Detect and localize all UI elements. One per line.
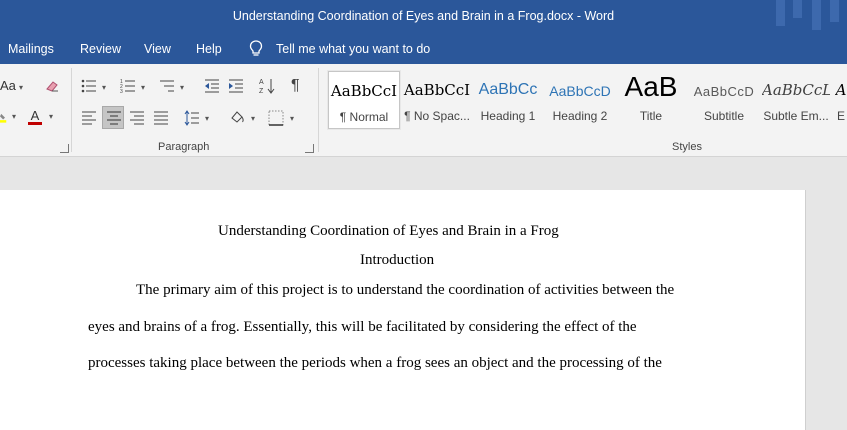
title-bar-decoration bbox=[776, 0, 785, 26]
chevron-down-icon[interactable]: ▾ bbox=[251, 114, 255, 123]
chevron-down-icon[interactable]: ▾ bbox=[49, 112, 53, 121]
tab-mailings[interactable]: Mailings bbox=[8, 42, 54, 56]
style-sample: AaBbCcL bbox=[762, 81, 830, 99]
chevron-down-icon[interactable]: ▾ bbox=[19, 83, 23, 92]
paragraph-line: eyes and brains of a frog. Essentially, … bbox=[88, 319, 637, 335]
chevron-down-icon[interactable]: ▾ bbox=[180, 83, 184, 92]
lightbulb-icon bbox=[249, 40, 263, 56]
title-bar-decoration bbox=[830, 0, 839, 22]
document-title: Understanding Coordination of Eyes and B… bbox=[218, 223, 559, 239]
title-bar: Understanding Coordination of Eyes and B… bbox=[0, 0, 847, 34]
window-title: Understanding Coordination of Eyes and B… bbox=[232, 9, 615, 23]
svg-text:3: 3 bbox=[120, 89, 123, 94]
tab-review[interactable]: Review bbox=[80, 42, 121, 56]
sort-icon[interactable]: A Z bbox=[259, 77, 275, 95]
group-separator bbox=[71, 68, 72, 152]
group-separator bbox=[318, 68, 319, 152]
align-right-icon[interactable] bbox=[129, 110, 145, 126]
chevron-down-icon[interactable]: ▾ bbox=[102, 83, 106, 92]
style-heading-2[interactable]: AaBbCcD Heading 2 bbox=[547, 71, 613, 129]
section-heading: Introduction bbox=[360, 252, 435, 268]
styles-group-label: Styles bbox=[672, 141, 702, 153]
align-center-button[interactable] bbox=[102, 106, 124, 129]
svg-text:A: A bbox=[259, 79, 264, 86]
style-sample: A bbox=[835, 81, 847, 99]
style-name: Heading 1 bbox=[480, 109, 536, 123]
style-name: Title bbox=[639, 109, 663, 123]
paragraph-line: processes taking place between the perio… bbox=[88, 355, 662, 371]
style-emphasis[interactable]: A E bbox=[835, 71, 847, 129]
chevron-down-icon[interactable]: ▾ bbox=[12, 112, 16, 121]
document-page[interactable]: Understanding Coordination of Eyes and B… bbox=[0, 190, 806, 430]
style-normal[interactable]: AaBbCcI ¶ Normal bbox=[327, 70, 401, 130]
style-sample: AaBbCcD bbox=[549, 83, 611, 99]
increase-indent-icon[interactable] bbox=[228, 78, 244, 94]
vertical-scroll-area[interactable] bbox=[807, 157, 847, 388]
svg-text:A: A bbox=[31, 108, 40, 123]
style-subtitle[interactable]: AaBbCcD Subtitle bbox=[690, 71, 758, 129]
line-spacing-icon[interactable] bbox=[184, 110, 200, 126]
style-sample: AaBbCcI bbox=[330, 82, 398, 100]
svg-text:Z: Z bbox=[259, 88, 264, 95]
paragraph-line: The primary aim of this project is to un… bbox=[136, 282, 675, 298]
decrease-indent-icon[interactable] bbox=[204, 78, 220, 94]
style-sample: AaBbCc bbox=[478, 81, 538, 98]
font-dialog-launcher[interactable] bbox=[60, 144, 69, 153]
align-left-icon[interactable] bbox=[81, 110, 97, 126]
style-name: Subtitle bbox=[703, 109, 745, 123]
style-no-spacing[interactable]: AaBbCcI ¶ No Spac... bbox=[402, 71, 472, 129]
ribbon: Aa ▾ ▾ A ▾ ▾ 1 2 3 ▾ ▾ A Z ¶ ▾ ▾ ▾ Parag… bbox=[0, 64, 847, 157]
style-name: Heading 2 bbox=[552, 109, 608, 123]
style-heading-1[interactable]: AaBbCc Heading 1 bbox=[475, 71, 541, 129]
font-size-case-button[interactable]: Aa bbox=[0, 78, 16, 93]
style-sample: AaBbCcI bbox=[403, 81, 471, 99]
paragraph-dialog-launcher[interactable] bbox=[305, 144, 314, 153]
align-center-icon bbox=[107, 111, 121, 125]
title-bar-decoration bbox=[793, 0, 802, 18]
paragraph-group-label: Paragraph bbox=[158, 141, 210, 153]
style-name: E bbox=[836, 109, 845, 123]
style-subtle-emphasis[interactable]: AaBbCcL Subtle Em... bbox=[762, 71, 830, 129]
font-color-icon[interactable]: A bbox=[27, 108, 43, 126]
chevron-down-icon[interactable]: ▾ bbox=[290, 114, 294, 123]
styles-gallery: AaBbCcI ¶ Normal AaBbCcI ¶ No Spac... Aa… bbox=[325, 70, 847, 130]
highlight-color-icon[interactable] bbox=[0, 108, 10, 126]
style-name: ¶ Normal bbox=[339, 110, 389, 124]
style-name: ¶ No Spac... bbox=[404, 109, 470, 123]
multilevel-list-icon[interactable] bbox=[159, 78, 175, 94]
style-title[interactable]: AaB Title bbox=[619, 71, 683, 129]
show-formatting-marks-icon[interactable]: ¶ bbox=[291, 77, 300, 95]
justify-icon[interactable] bbox=[153, 110, 169, 126]
tell-me-search[interactable]: Tell me what you want to do bbox=[276, 42, 430, 56]
style-sample: AaB bbox=[624, 71, 678, 102]
tab-view[interactable]: View bbox=[144, 42, 171, 56]
numbering-icon[interactable]: 1 2 3 bbox=[120, 78, 136, 94]
clear-formatting-icon[interactable] bbox=[44, 78, 60, 94]
document-area: Understanding Coordination of Eyes and B… bbox=[0, 157, 847, 430]
chevron-down-icon[interactable]: ▾ bbox=[205, 114, 209, 123]
tab-help[interactable]: Help bbox=[196, 42, 222, 56]
style-sample: AaBbCcD bbox=[693, 84, 755, 99]
shading-icon[interactable] bbox=[229, 109, 245, 125]
chevron-down-icon[interactable]: ▾ bbox=[141, 83, 145, 92]
bullets-icon[interactable] bbox=[81, 78, 97, 94]
borders-icon[interactable] bbox=[268, 110, 284, 126]
style-name: Subtle Em... bbox=[763, 109, 829, 123]
title-bar-decoration bbox=[812, 0, 821, 30]
ribbon-tabs: Mailings Review View Help Tell me what y… bbox=[0, 34, 847, 64]
